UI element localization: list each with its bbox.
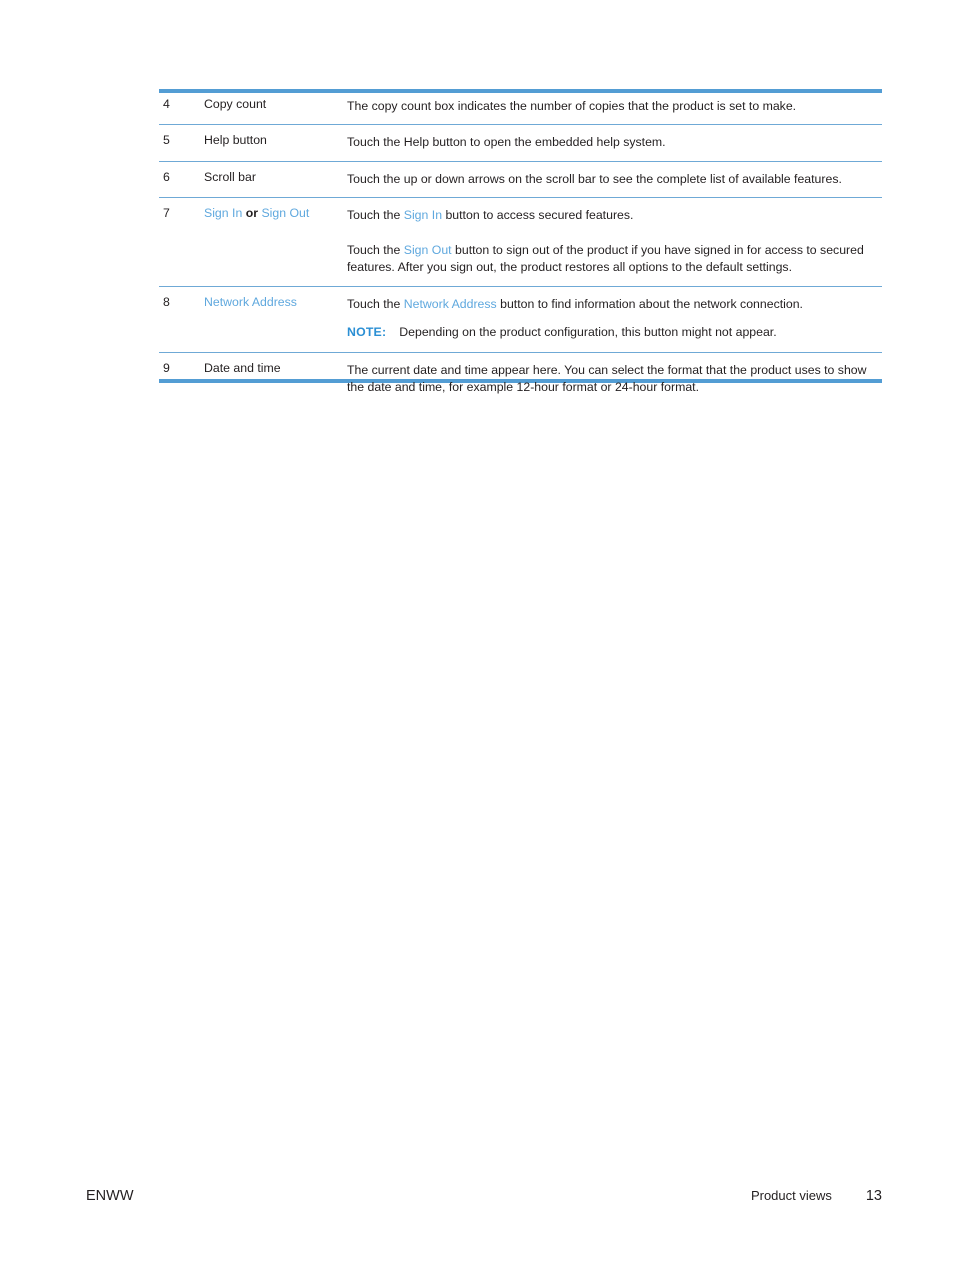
row-description: Touch the Help button to open the embedd…: [347, 125, 882, 161]
row-number: 5: [163, 133, 170, 148]
ui-term-sign-in: Sign In: [204, 206, 243, 221]
row-label: Sign In or Sign Out: [204, 198, 347, 286]
footer-section-title: Product views: [750, 1188, 832, 1203]
conjunction: or: [242, 206, 261, 220]
description-paragraph: Touch the Sign In button to access secur…: [347, 207, 880, 224]
table-row: 5 Help button Touch the Help button to o…: [159, 124, 882, 161]
description-paragraph: Touch the Sign Out button to sign out of…: [347, 242, 880, 277]
row-label: Date and time: [204, 360, 281, 375]
table-row: 7 Sign In or Sign Out Touch the Sign In …: [159, 197, 882, 286]
note-text: Depending on the product configuration, …: [399, 325, 777, 340]
table-row: 8 Network Address Touch the Network Addr…: [159, 286, 882, 322]
table-row: 9 Date and time The current date and tim…: [159, 352, 882, 405]
description-paragraph: Touch the Help button to open the embedd…: [347, 135, 666, 150]
footer-locale-code: ENWW: [86, 1188, 134, 1204]
description-paragraph: Touch the up or down arrows on the scrol…: [347, 171, 842, 186]
row-number: 9: [163, 360, 170, 375]
row-description: The current date and time appear here. Y…: [347, 352, 882, 405]
row-number: 7: [163, 206, 170, 221]
row-number: 6: [163, 169, 170, 184]
control-panel-features-table: 4 Copy count The copy count box indicate…: [159, 89, 882, 406]
spacer-cell: [159, 322, 204, 352]
ui-term-sign-in: Sign In: [403, 208, 443, 223]
note-block: NOTE: Depending on the product configurat…: [347, 322, 882, 352]
ui-term-network-address: Network Address: [403, 296, 497, 311]
row-description: Touch the Sign In button to access secur…: [347, 198, 882, 286]
row-description: Touch the Network Address button to find…: [347, 286, 882, 322]
row-description: Touch the up or down arrows on the scrol…: [347, 161, 882, 197]
paragraph-lead: Touch the: [347, 242, 404, 257]
description-paragraph: The current date and time appear here. Y…: [347, 362, 867, 395]
paragraph-lead: Touch the: [347, 296, 404, 311]
table-row: 4 Copy count The copy count box indicate…: [159, 89, 882, 125]
ui-term-network-address: Network Address: [204, 294, 297, 309]
description-paragraph: Touch the Network Address button to find…: [347, 296, 880, 313]
row-number: 8: [163, 294, 170, 309]
row-label: Network Address: [204, 286, 347, 322]
row-number: 4: [163, 97, 170, 111]
table-row: 6 Scroll bar Touch the up or down arrows…: [159, 161, 882, 197]
paragraph-tail: button to find information about the net…: [496, 296, 803, 311]
note-paragraph: NOTE: Depending on the product configurat…: [347, 324, 880, 341]
paragraph-lead: Touch the: [347, 208, 404, 223]
paragraph-tail: button to access secured features.: [442, 208, 634, 223]
footer-page-number: 13: [865, 1188, 882, 1204]
ui-term-sign-out: Sign Out: [261, 206, 310, 221]
row-description: The copy count box indicates the number …: [347, 89, 882, 125]
document-page: 4 Copy count The copy count box indicate…: [0, 0, 954, 1270]
note-label: NOTE:: [347, 325, 387, 340]
description-paragraph: The copy count box indicates the number …: [347, 99, 797, 113]
conjunction-text: or: [245, 206, 259, 221]
ui-term-sign-out: Sign Out: [403, 242, 452, 257]
row-label: Copy count: [204, 97, 267, 111]
row-label: Help button: [204, 133, 267, 148]
spacer-cell: [204, 322, 347, 352]
footer-right-group: Product views 13: [751, 1188, 882, 1204]
page-footer: ENWW Product views 13: [86, 1188, 882, 1210]
row-label: Scroll bar: [204, 169, 256, 184]
table-subrow-note: NOTE: Depending on the product configurat…: [159, 322, 882, 352]
